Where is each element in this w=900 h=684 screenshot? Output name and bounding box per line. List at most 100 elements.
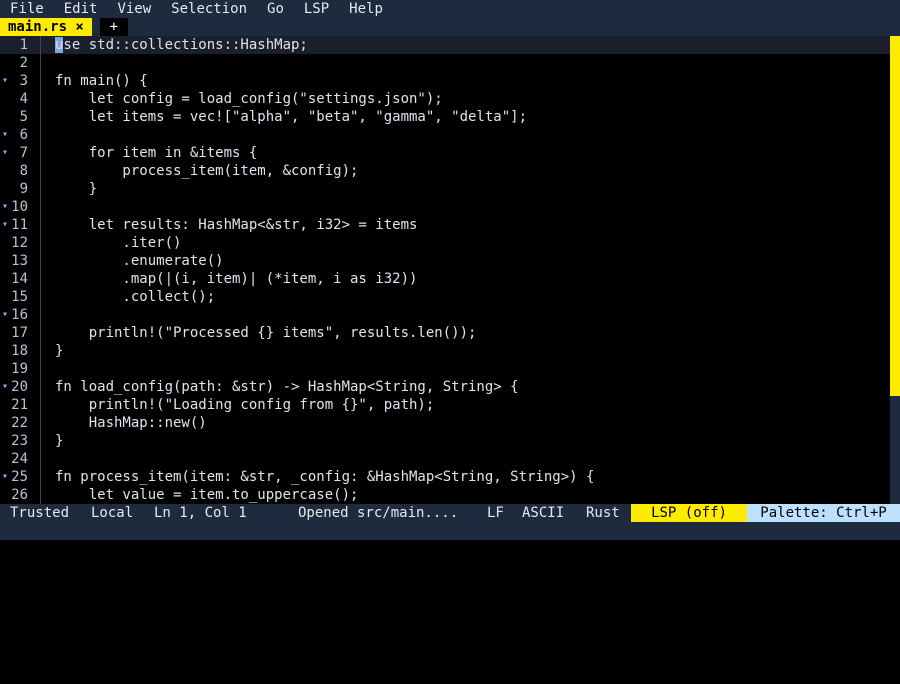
code-line[interactable]: 1 use std::collections::HashMap;: [0, 36, 890, 54]
code-text: let items = vec!["alpha", "beta", "gamma…: [55, 109, 528, 125]
code-line[interactable]: 24: [0, 450, 890, 468]
gutter-divider: [40, 360, 41, 378]
menu-selection[interactable]: Selection: [161, 0, 257, 18]
line-number: 22: [11, 415, 28, 431]
code-line[interactable]: 25 ▾ fn process_item(item: &str, _config: …: [0, 468, 890, 486]
gutter-divider: [40, 72, 41, 90]
code-line[interactable]: 11 ▾ let results: HashMap<&str, i32> = it…: [0, 216, 890, 234]
vertical-scrollbar[interactable]: [890, 36, 900, 504]
gutter-divider: [40, 252, 41, 270]
code-text: }: [55, 433, 64, 449]
menu-edit[interactable]: Edit: [54, 0, 108, 18]
status-encoding[interactable]: ASCII: [522, 504, 564, 522]
gutter-divider: [40, 450, 41, 468]
tab-bar: main.rs × +: [0, 18, 900, 36]
fold-arrow-icon[interactable]: ▾: [2, 306, 12, 324]
code-line[interactable]: 19: [0, 360, 890, 378]
line-number: 21: [11, 397, 28, 413]
code-line[interactable]: 3 ▾ fn main() {: [0, 72, 890, 90]
code-line[interactable]: 12 .iter(): [0, 234, 890, 252]
code-line[interactable]: 17 println!("Processed {} items", result…: [0, 324, 890, 342]
line-number: 5: [19, 109, 28, 125]
code-text: fn load_config(path: &str) -> HashMap<St…: [55, 379, 519, 395]
code-line[interactable]: 22 HashMap::new(): [0, 414, 890, 432]
bottom-panel: [0, 522, 900, 540]
gutter-divider: [40, 396, 41, 414]
fold-arrow-icon[interactable]: ▾: [2, 378, 12, 396]
line-number: 14: [11, 271, 28, 287]
gutter-divider: [40, 468, 41, 486]
code-line[interactable]: 5 let items = vec!["alpha", "beta", "gam…: [0, 108, 890, 126]
code-text: fn main() {: [55, 73, 148, 89]
line-number: 24: [11, 451, 28, 467]
code-line[interactable]: 10 ▾: [0, 198, 890, 216]
code-text: }: [55, 343, 64, 359]
code-text: .collect();: [55, 289, 216, 305]
code-text: println!("Processed {} items", results.l…: [55, 325, 477, 341]
code-line[interactable]: 16 ▾: [0, 306, 890, 324]
fold-arrow-icon[interactable]: ▾: [2, 468, 12, 486]
menu-go[interactable]: Go: [257, 0, 294, 18]
code-line[interactable]: 15 .collect();: [0, 288, 890, 306]
code-text: HashMap::new(): [55, 415, 207, 431]
code-line[interactable]: 13 .enumerate(): [0, 252, 890, 270]
code-line[interactable]: 7 ▾ for item in &items {: [0, 144, 890, 162]
line-number: 18: [11, 343, 28, 359]
menu-file[interactable]: File: [0, 0, 54, 18]
line-number: 23: [11, 433, 28, 449]
status-lsp[interactable]: LSP (off): [631, 504, 747, 522]
gutter-divider: [40, 306, 41, 324]
code-line[interactable]: 23}: [0, 432, 890, 450]
gutter-divider: [40, 324, 41, 342]
status-cursor-position[interactable]: Ln 1, Col 1: [154, 504, 247, 522]
gutter-divider: [40, 180, 41, 198]
code-line[interactable]: 18}: [0, 342, 890, 360]
status-eol[interactable]: LF: [487, 504, 504, 522]
code-line[interactable]: 4 let config = load_config("settings.jso…: [0, 90, 890, 108]
code-line[interactable]: 2: [0, 54, 890, 72]
status-message: Opened src/main....: [298, 505, 459, 521]
code-text: process_item(item, &config);: [55, 163, 359, 179]
code-line[interactable]: 21 println!("Loading config from {}", pa…: [0, 396, 890, 414]
fold-arrow-icon[interactable]: ▾: [2, 216, 12, 234]
status-bar: Trusted Local Ln 1, Col 1 Opened src/mai…: [0, 504, 900, 522]
line-number: 19: [11, 361, 28, 377]
gutter-divider: [40, 378, 41, 396]
code-text: }: [55, 181, 98, 197]
status-trust[interactable]: Trusted: [10, 504, 69, 522]
fold-arrow-icon[interactable]: ▾: [2, 198, 12, 216]
code-editor[interactable]: 1 use std::collections::HashMap; 2 3 ▾ fn mai…: [0, 36, 890, 504]
code-line[interactable]: 8 process_item(item, &config);: [0, 162, 890, 180]
code-line[interactable]: 6 ▾: [0, 126, 890, 144]
code-line[interactable]: 9 }: [0, 180, 890, 198]
tab-main-rs[interactable]: main.rs ×: [0, 18, 92, 36]
gutter-divider: [40, 270, 41, 288]
line-number: 13: [11, 253, 28, 269]
code-text: .map(|(i, item)| (*item, i as i32)): [55, 271, 418, 287]
scrollbar-thumb[interactable]: [890, 36, 900, 396]
line-number: 1: [19, 37, 28, 53]
fold-arrow-icon[interactable]: ▾: [2, 72, 12, 90]
code-line[interactable]: 14 .map(|(i, item)| (*item, i as i32)): [0, 270, 890, 288]
fold-arrow-icon[interactable]: ▾: [2, 144, 12, 162]
code-text: fn process_item(item: &str, _config: &Ha…: [55, 469, 595, 485]
gutter-divider: [40, 90, 41, 108]
status-language[interactable]: Rust: [586, 504, 620, 522]
gutter-divider: [40, 486, 41, 504]
code-text: .iter(): [55, 235, 182, 251]
new-tab-button[interactable]: +: [99, 18, 128, 36]
code-line[interactable]: 20 ▾ fn load_config(path: &str) -> HashMap…: [0, 378, 890, 396]
gutter-divider: [40, 288, 41, 306]
code-line[interactable]: 26 let value = item.to_uppercase();: [0, 486, 890, 504]
gutter-divider: [40, 108, 41, 126]
menu-lsp[interactable]: LSP: [294, 0, 339, 18]
fold-arrow-icon[interactable]: ▾: [2, 126, 12, 144]
menu-view[interactable]: View: [107, 0, 161, 18]
code-text: let results: HashMap<&str, i32> = items: [55, 217, 418, 233]
gutter-divider: [40, 234, 41, 252]
menu-help[interactable]: Help: [339, 0, 393, 18]
status-palette-hint[interactable]: Palette: Ctrl+P: [747, 504, 900, 522]
gutter-divider: [40, 216, 41, 234]
status-location[interactable]: Local: [91, 504, 133, 522]
line-number: 26: [11, 487, 28, 503]
